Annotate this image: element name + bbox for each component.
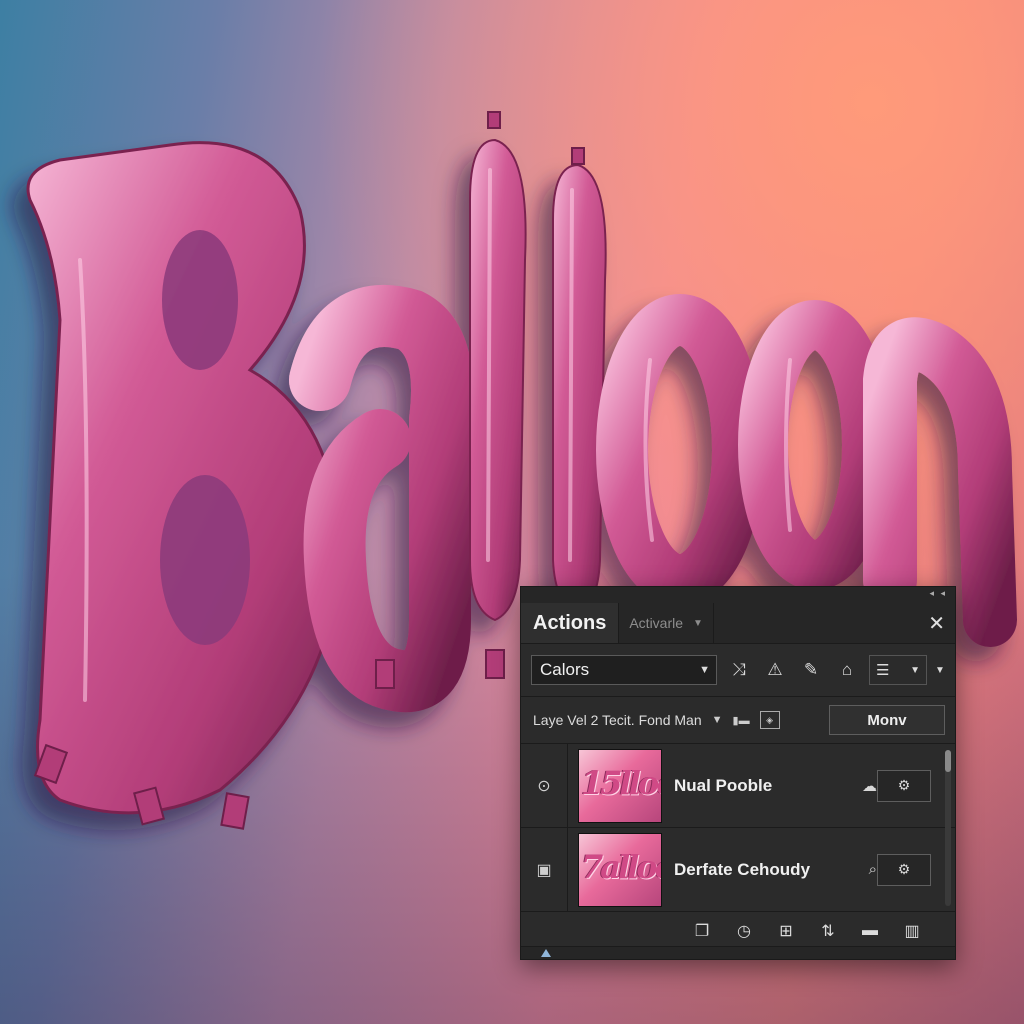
chevron-down-icon: ▼ bbox=[910, 664, 920, 676]
tab-actions-label: Actions bbox=[533, 611, 607, 634]
panel-tabbar: Actions Activarle ▼ ✕ bbox=[521, 603, 955, 644]
collapse-arrows-icon[interactable]: ◂ ◂ bbox=[929, 588, 947, 599]
chevron-down-icon: ▼ bbox=[693, 617, 703, 629]
list-item[interactable]: ▣ 7alloo Derfate Cehoudy ⌕ ⚙ bbox=[521, 828, 955, 912]
gear-icon: ⚙ bbox=[897, 861, 911, 877]
thumbnail: 15lloo bbox=[578, 748, 662, 823]
preset-select[interactable]: Calors ▼ bbox=[531, 655, 717, 685]
delta-icon[interactable]: ⚠ bbox=[761, 656, 789, 684]
monv-button-label: Monv bbox=[867, 711, 907, 729]
chevron-down-icon: ▼ bbox=[699, 664, 710, 676]
panel-menu-chevron-icon[interactable]: ▼ bbox=[935, 665, 945, 676]
gear-icon: ⚙ bbox=[897, 777, 911, 793]
search-icon[interactable]: ⌕ bbox=[869, 861, 877, 878]
swap-icon[interactable]: ⤨ bbox=[725, 656, 753, 684]
list-dropdown[interactable]: ☰ ▼ bbox=[869, 655, 927, 685]
copy-icon[interactable]: ❐ bbox=[689, 918, 715, 944]
toolbar-row: Calors ▼ ⤨ ⚠ ✎ ⌂ ☰ ▼ ▼ bbox=[521, 644, 955, 697]
chevron-down-icon[interactable]: ▼ bbox=[712, 714, 723, 726]
tab-actions[interactable]: Actions bbox=[521, 603, 620, 643]
tab-activarle-label: Activarle bbox=[629, 615, 684, 631]
panel-grip[interactable]: ◂ ◂ bbox=[521, 587, 955, 603]
list-icon: ☰ bbox=[876, 662, 890, 679]
list-item[interactable]: ⊙ 15lloo Nual Pooble ☁ ⚙ bbox=[521, 744, 955, 828]
folder-toggle-icon[interactable]: ▣ bbox=[521, 828, 568, 911]
cloud-icon[interactable]: ☁ bbox=[862, 777, 877, 795]
resize-triangle-icon[interactable] bbox=[541, 949, 551, 957]
thumbnail-text: 7alloo bbox=[581, 847, 661, 886]
sort-icon[interactable]: ⇅ bbox=[815, 918, 841, 944]
tab-activarle[interactable]: Activarle ▼ bbox=[619, 603, 714, 643]
list-item-name: Derfate Cehoudy bbox=[674, 859, 811, 879]
minus-icon[interactable]: ▬ bbox=[857, 918, 883, 944]
thumbnail: 7alloo bbox=[578, 832, 662, 907]
home-icon[interactable]: ⌂ bbox=[833, 656, 861, 684]
item-settings-button[interactable]: ⚙ bbox=[877, 769, 931, 802]
bars-icon[interactable]: ▮▬ bbox=[733, 714, 750, 727]
layer-options-label: Laye Vel 2 Tecit. Fond Man bbox=[533, 712, 702, 728]
item-settings-button[interactable]: ⚙ bbox=[877, 853, 931, 886]
preset-select-value: Calors bbox=[540, 660, 590, 679]
scrollbar-thumb[interactable] bbox=[945, 750, 951, 772]
clock-icon[interactable]: ◷ bbox=[731, 918, 757, 944]
action-list: ⊙ 15lloo Nual Pooble ☁ ⚙ ▣ 7alloo Derfat… bbox=[521, 744, 955, 912]
layer-options-row: Laye Vel 2 Tecit. Fond Man ▼ ▮▬ ◈ Monv bbox=[521, 697, 955, 744]
record-toggle-icon[interactable]: ⊙ bbox=[521, 744, 568, 827]
panel-bottom-strip bbox=[521, 946, 955, 959]
adjust-icon[interactable]: ⊞ bbox=[773, 918, 799, 944]
actions-panel: ◂ ◂ Actions Activarle ▼ ✕ Calors ▼ ⤨ ⚠ ✎… bbox=[520, 586, 956, 960]
film-icon[interactable]: ▥ bbox=[899, 918, 925, 944]
tag-icon[interactable]: ◈ bbox=[759, 711, 780, 729]
monv-button[interactable]: Monv bbox=[829, 705, 945, 735]
brush-icon[interactable]: ✎ bbox=[797, 656, 825, 684]
close-icon[interactable]: ✕ bbox=[928, 611, 945, 636]
thumbnail-text: 15lloo bbox=[581, 763, 661, 802]
scrollbar[interactable] bbox=[945, 750, 951, 906]
list-item-name: Nual Pooble bbox=[674, 775, 773, 795]
